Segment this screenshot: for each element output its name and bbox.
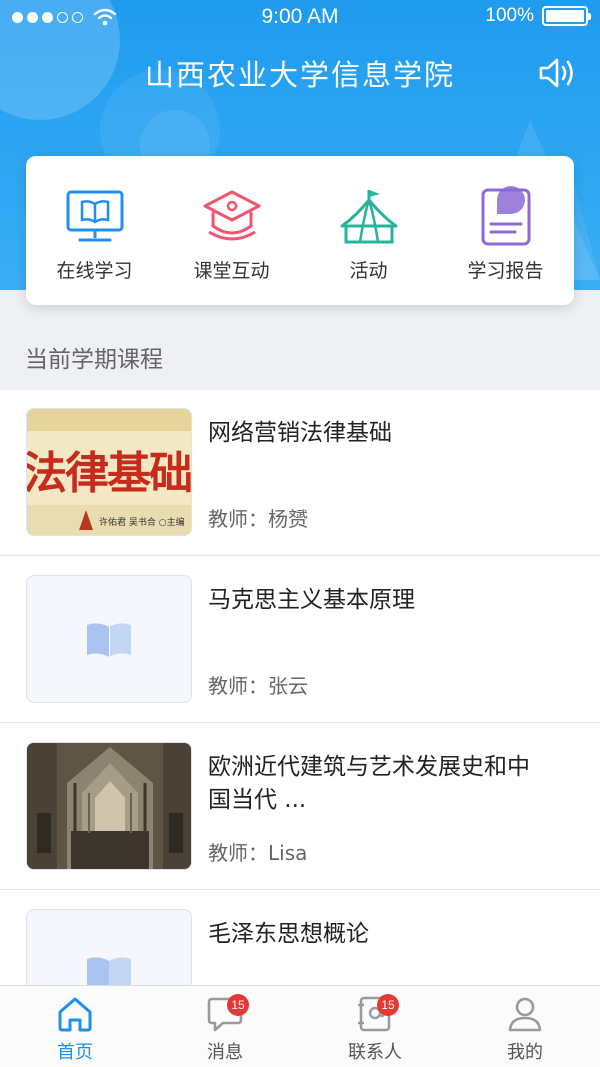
tab-home[interactable]: 首页 bbox=[0, 986, 150, 1067]
course-name: 马克思主义基本原理 bbox=[208, 587, 415, 613]
tab-label-contacts: 联系人 bbox=[348, 1042, 402, 1063]
law-book-cover: 法律基础 许佑君 吴书合 ○主编 bbox=[26, 408, 192, 536]
course-name: 网络营销法律基础 bbox=[208, 420, 392, 446]
quick-label-activities: 活动 bbox=[349, 260, 388, 282]
contacts-badge: 15 bbox=[377, 994, 399, 1016]
quick-item-study-report[interactable]: 学习报告 bbox=[437, 156, 574, 305]
message-badge: 15 bbox=[227, 994, 249, 1016]
speaker-icon[interactable] bbox=[538, 55, 578, 91]
quick-label-online-learning: 在线学习 bbox=[56, 260, 133, 282]
quick-item-class-interaction[interactable]: 课堂互动 bbox=[163, 156, 300, 305]
tab-messages[interactable]: 15 消息 bbox=[150, 986, 300, 1067]
tab-label-messages: 消息 bbox=[207, 1042, 243, 1063]
battery-icon bbox=[542, 6, 591, 26]
book-icon bbox=[87, 623, 131, 657]
monitor-book-icon bbox=[66, 190, 123, 242]
app-title: 山西农业大学信息学院 bbox=[144, 58, 455, 92]
course-teacher: 教师：张云 bbox=[208, 674, 308, 698]
cover-caption: 许佑君 吴书合 ○主编 bbox=[99, 518, 185, 528]
tab-label-home: 首页 bbox=[57, 1042, 93, 1063]
quick-label-class-interaction: 课堂互动 bbox=[193, 260, 270, 282]
course-name: 毛泽东思想概论 bbox=[208, 921, 369, 947]
graduation-cap-icon bbox=[203, 190, 260, 241]
course-item[interactable]: 欧洲近代建筑与艺术发展史和中国当代 ... 教师：Lisa bbox=[0, 723, 600, 890]
cathedral-photo bbox=[26, 742, 192, 870]
course-teacher: 教师：杨赟 bbox=[208, 507, 308, 531]
quick-menu-card: 在线学习 课堂互动 活动 学习报告 bbox=[26, 156, 574, 305]
course-item[interactable]: 法律基础 许佑君 吴书合 ○主编 网络营销法律基础 教师：杨赟 bbox=[0, 389, 600, 556]
course-item[interactable]: 马克思主义基本原理 教师：张云 bbox=[0, 556, 600, 723]
course-name: 欧洲近代建筑与艺术发展史和中国当代 ... bbox=[208, 754, 530, 813]
quick-label-study-report: 学习报告 bbox=[467, 260, 544, 282]
quick-item-activities[interactable]: 活动 bbox=[300, 156, 437, 305]
quick-item-online-learning[interactable]: 在线学习 bbox=[26, 156, 163, 305]
section-title: 当前学期课程 bbox=[25, 347, 163, 373]
home-icon bbox=[58, 997, 92, 1032]
cover-title-text: 法律基础 bbox=[26, 448, 191, 499]
tab-label-profile: 我的 bbox=[507, 1042, 543, 1063]
status-bar: 9:00 AM 100% bbox=[0, 0, 600, 34]
tab-bar: 首页 15 消息 15 联系人 我的 bbox=[0, 985, 600, 1067]
tab-contacts[interactable]: 15 联系人 bbox=[300, 986, 450, 1067]
battery-percent: 100% bbox=[485, 5, 534, 26]
placeholder-cover bbox=[26, 575, 192, 703]
tab-profile[interactable]: 我的 bbox=[450, 986, 600, 1067]
course-teacher: 教师：Lisa bbox=[208, 841, 308, 865]
profile-icon bbox=[508, 997, 542, 1032]
course-list: 法律基础 许佑君 吴书合 ○主编 网络营销法律基础 教师：杨赟 马克思主义基本原… bbox=[0, 389, 600, 1057]
tent-icon bbox=[340, 190, 397, 244]
report-icon bbox=[481, 186, 530, 246]
